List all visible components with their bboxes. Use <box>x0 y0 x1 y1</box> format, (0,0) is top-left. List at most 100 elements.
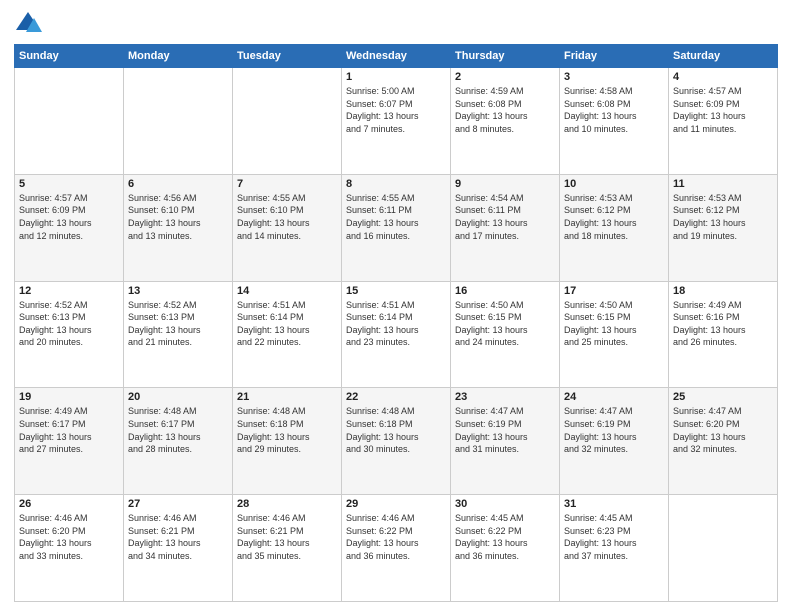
header-day-monday: Monday <box>124 45 233 68</box>
calendar-cell <box>669 495 778 602</box>
day-number: 12 <box>19 285 119 297</box>
day-number: 8 <box>346 178 446 190</box>
day-number: 1 <box>346 71 446 83</box>
cell-content: Sunrise: 4:50 AMSunset: 6:15 PMDaylight:… <box>564 299 664 349</box>
cell-content: Sunrise: 4:55 AMSunset: 6:10 PMDaylight:… <box>237 192 337 242</box>
day-number: 25 <box>673 391 773 403</box>
day-number: 31 <box>564 498 664 510</box>
calendar-cell <box>124 68 233 175</box>
calendar-cell: 3 Sunrise: 4:58 AMSunset: 6:08 PMDaylight… <box>560 68 669 175</box>
calendar-cell: 22 Sunrise: 4:48 AMSunset: 6:18 PMDayligh… <box>342 388 451 495</box>
calendar-cell: 12 Sunrise: 4:52 AMSunset: 6:13 PMDayligh… <box>15 281 124 388</box>
cell-content: Sunrise: 4:46 AMSunset: 6:21 PMDaylight:… <box>128 512 228 562</box>
cell-content: Sunrise: 4:47 AMSunset: 6:20 PMDaylight:… <box>673 405 773 455</box>
calendar-cell: 31 Sunrise: 4:45 AMSunset: 6:23 PMDayligh… <box>560 495 669 602</box>
calendar-cell <box>15 68 124 175</box>
cell-content: Sunrise: 4:45 AMSunset: 6:22 PMDaylight:… <box>455 512 555 562</box>
calendar-table: SundayMondayTuesdayWednesdayThursdayFrid… <box>14 44 778 602</box>
cell-content: Sunrise: 4:46 AMSunset: 6:20 PMDaylight:… <box>19 512 119 562</box>
day-number: 11 <box>673 178 773 190</box>
day-number: 4 <box>673 71 773 83</box>
day-number: 21 <box>237 391 337 403</box>
cell-content: Sunrise: 4:53 AMSunset: 6:12 PMDaylight:… <box>673 192 773 242</box>
calendar-cell: 26Sunrise: 4:46 AMSunset: 6:20 PMDayligh… <box>15 495 124 602</box>
day-number: 19 <box>19 391 119 403</box>
calendar-cell: 20 Sunrise: 4:48 AMSunset: 6:17 PMDayligh… <box>124 388 233 495</box>
cell-content: Sunrise: 4:53 AMSunset: 6:12 PMDaylight:… <box>564 192 664 242</box>
calendar-cell: 19Sunrise: 4:49 AMSunset: 6:17 PMDayligh… <box>15 388 124 495</box>
calendar-cell: 11 Sunrise: 4:53 AMSunset: 6:12 PMDayligh… <box>669 174 778 281</box>
calendar-cell: 18 Sunrise: 4:49 AMSunset: 6:16 PMDayligh… <box>669 281 778 388</box>
day-number: 16 <box>455 285 555 297</box>
calendar-cell: 1 Sunrise: 5:00 AMSunset: 6:07 PMDaylight… <box>342 68 451 175</box>
calendar-cell: 14Sunrise: 4:51 AMSunset: 6:14 PMDayligh… <box>233 281 342 388</box>
header-day-tuesday: Tuesday <box>233 45 342 68</box>
calendar-cell: 7 Sunrise: 4:55 AMSunset: 6:10 PMDaylight… <box>233 174 342 281</box>
logo <box>14 10 46 38</box>
day-number: 17 <box>564 285 664 297</box>
calendar-cell: 4 Sunrise: 4:57 AMSunset: 6:09 PMDaylight… <box>669 68 778 175</box>
cell-content: Sunrise: 4:52 AMSunset: 6:13 PMDaylight:… <box>19 299 119 349</box>
calendar-cell <box>233 68 342 175</box>
calendar-cell: 2Sunrise: 4:59 AMSunset: 6:08 PMDaylight… <box>451 68 560 175</box>
calendar-cell: 21 Sunrise: 4:48 AMSunset: 6:18 PMDayligh… <box>233 388 342 495</box>
cell-content: Sunrise: 5:00 AMSunset: 6:07 PMDaylight:… <box>346 85 446 135</box>
header <box>14 10 778 38</box>
header-day-saturday: Saturday <box>669 45 778 68</box>
cell-content: Sunrise: 4:52 AMSunset: 6:13 PMDaylight:… <box>128 299 228 349</box>
cell-content: Sunrise: 4:46 AMSunset: 6:22 PMDaylight:… <box>346 512 446 562</box>
cell-content: Sunrise: 4:57 AMSunset: 6:09 PMDaylight:… <box>19 192 119 242</box>
calendar-cell: 17 Sunrise: 4:50 AMSunset: 6:15 PMDayligh… <box>560 281 669 388</box>
cell-content: Sunrise: 4:54 AMSunset: 6:11 PMDaylight:… <box>455 192 555 242</box>
calendar-cell: 6 Sunrise: 4:56 AMSunset: 6:10 PMDaylight… <box>124 174 233 281</box>
day-number: 24 <box>564 391 664 403</box>
cell-content: Sunrise: 4:56 AMSunset: 6:10 PMDaylight:… <box>128 192 228 242</box>
header-row: SundayMondayTuesdayWednesdayThursdayFrid… <box>15 45 778 68</box>
week-row-0: 1 Sunrise: 5:00 AMSunset: 6:07 PMDaylight… <box>15 68 778 175</box>
header-day-sunday: Sunday <box>15 45 124 68</box>
calendar-cell: 5 Sunrise: 4:57 AMSunset: 6:09 PMDaylight… <box>15 174 124 281</box>
cell-content: Sunrise: 4:57 AMSunset: 6:09 PMDaylight:… <box>673 85 773 135</box>
cell-content: Sunrise: 4:47 AMSunset: 6:19 PMDaylight:… <box>455 405 555 455</box>
header-day-thursday: Thursday <box>451 45 560 68</box>
day-number: 13 <box>128 285 228 297</box>
day-number: 3 <box>564 71 664 83</box>
calendar-cell: 15Sunrise: 4:51 AMSunset: 6:14 PMDayligh… <box>342 281 451 388</box>
day-number: 7 <box>237 178 337 190</box>
calendar-cell: 13 Sunrise: 4:52 AMSunset: 6:13 PMDayligh… <box>124 281 233 388</box>
cell-content: Sunrise: 4:48 AMSunset: 6:18 PMDaylight:… <box>237 405 337 455</box>
day-number: 6 <box>128 178 228 190</box>
week-row-3: 19Sunrise: 4:49 AMSunset: 6:17 PMDayligh… <box>15 388 778 495</box>
cell-content: Sunrise: 4:50 AMSunset: 6:15 PMDaylight:… <box>455 299 555 349</box>
calendar-cell: 30Sunrise: 4:45 AMSunset: 6:22 PMDayligh… <box>451 495 560 602</box>
week-row-2: 12 Sunrise: 4:52 AMSunset: 6:13 PMDayligh… <box>15 281 778 388</box>
cell-content: Sunrise: 4:45 AMSunset: 6:23 PMDaylight:… <box>564 512 664 562</box>
day-number: 23 <box>455 391 555 403</box>
page: SundayMondayTuesdayWednesdayThursdayFrid… <box>0 0 792 612</box>
cell-content: Sunrise: 4:48 AMSunset: 6:18 PMDaylight:… <box>346 405 446 455</box>
week-row-1: 5 Sunrise: 4:57 AMSunset: 6:09 PMDaylight… <box>15 174 778 281</box>
day-number: 28 <box>237 498 337 510</box>
day-number: 22 <box>346 391 446 403</box>
day-number: 10 <box>564 178 664 190</box>
day-number: 29 <box>346 498 446 510</box>
calendar-cell: 28Sunrise: 4:46 AMSunset: 6:21 PMDayligh… <box>233 495 342 602</box>
day-number: 15 <box>346 285 446 297</box>
cell-content: Sunrise: 4:49 AMSunset: 6:16 PMDaylight:… <box>673 299 773 349</box>
calendar-cell: 27Sunrise: 4:46 AMSunset: 6:21 PMDayligh… <box>124 495 233 602</box>
calendar-cell: 25 Sunrise: 4:47 AMSunset: 6:20 PMDayligh… <box>669 388 778 495</box>
cell-content: Sunrise: 4:58 AMSunset: 6:08 PMDaylight:… <box>564 85 664 135</box>
day-number: 18 <box>673 285 773 297</box>
day-number: 20 <box>128 391 228 403</box>
calendar-cell: 10 Sunrise: 4:53 AMSunset: 6:12 PMDayligh… <box>560 174 669 281</box>
day-number: 9 <box>455 178 555 190</box>
cell-content: Sunrise: 4:59 AMSunset: 6:08 PMDaylight:… <box>455 85 555 135</box>
day-number: 5 <box>19 178 119 190</box>
calendar-header: SundayMondayTuesdayWednesdayThursdayFrid… <box>15 45 778 68</box>
week-row-4: 26Sunrise: 4:46 AMSunset: 6:20 PMDayligh… <box>15 495 778 602</box>
calendar-cell: 29 Sunrise: 4:46 AMSunset: 6:22 PMDayligh… <box>342 495 451 602</box>
calendar-cell: 16 Sunrise: 4:50 AMSunset: 6:15 PMDayligh… <box>451 281 560 388</box>
cell-content: Sunrise: 4:47 AMSunset: 6:19 PMDaylight:… <box>564 405 664 455</box>
calendar-cell: 9 Sunrise: 4:54 AMSunset: 6:11 PMDaylight… <box>451 174 560 281</box>
cell-content: Sunrise: 4:48 AMSunset: 6:17 PMDaylight:… <box>128 405 228 455</box>
